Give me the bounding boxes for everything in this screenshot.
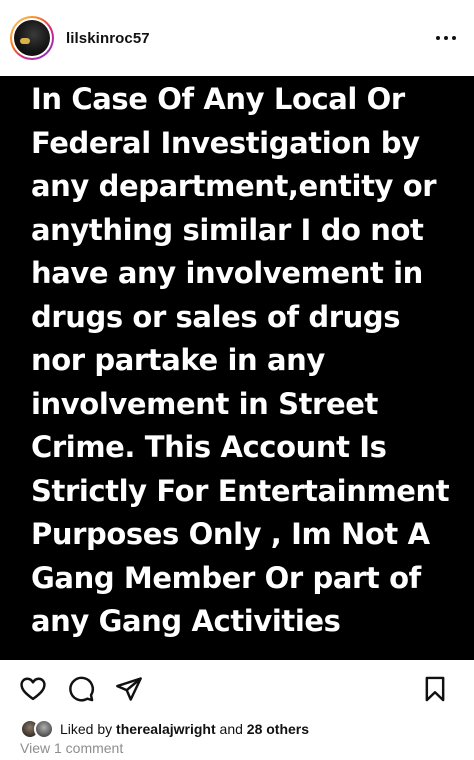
save-button[interactable] xyxy=(420,674,450,704)
liker-username[interactable]: therealajwright xyxy=(116,721,216,737)
username[interactable]: lilskinroc57 xyxy=(66,30,150,47)
likes-others-count[interactable]: 28 others xyxy=(247,721,309,737)
likes-summary[interactable]: Liked by therealajwright and 28 others xyxy=(20,718,309,740)
liker-avatars xyxy=(20,719,54,739)
post-image-text: In Case Of Any Local Or Federal Investig… xyxy=(31,82,450,638)
post-image[interactable]: In Case Of Any Local Or Federal Investig… xyxy=(0,76,474,660)
more-dot xyxy=(444,36,448,40)
more-options-button[interactable] xyxy=(436,30,456,46)
likes-joiner: and xyxy=(219,721,243,737)
avatar-image xyxy=(14,20,50,56)
bookmark-icon xyxy=(425,676,445,702)
comment-button[interactable] xyxy=(66,674,96,704)
more-dots-icon xyxy=(436,36,440,40)
liked-by-label: Liked by xyxy=(60,721,113,737)
profile-avatar[interactable] xyxy=(10,16,54,60)
action-bar xyxy=(0,660,474,718)
like-button[interactable] xyxy=(18,674,48,704)
heart-icon xyxy=(20,677,46,701)
post-header: lilskinroc57 xyxy=(0,0,474,76)
share-button[interactable] xyxy=(114,674,144,704)
more-dot xyxy=(452,36,456,40)
comment-bubble-icon xyxy=(69,676,94,702)
view-comments-link[interactable]: View 1 comment xyxy=(20,740,123,756)
avatar-border xyxy=(12,18,52,58)
send-icon xyxy=(116,677,142,701)
liker-avatar xyxy=(34,719,54,739)
